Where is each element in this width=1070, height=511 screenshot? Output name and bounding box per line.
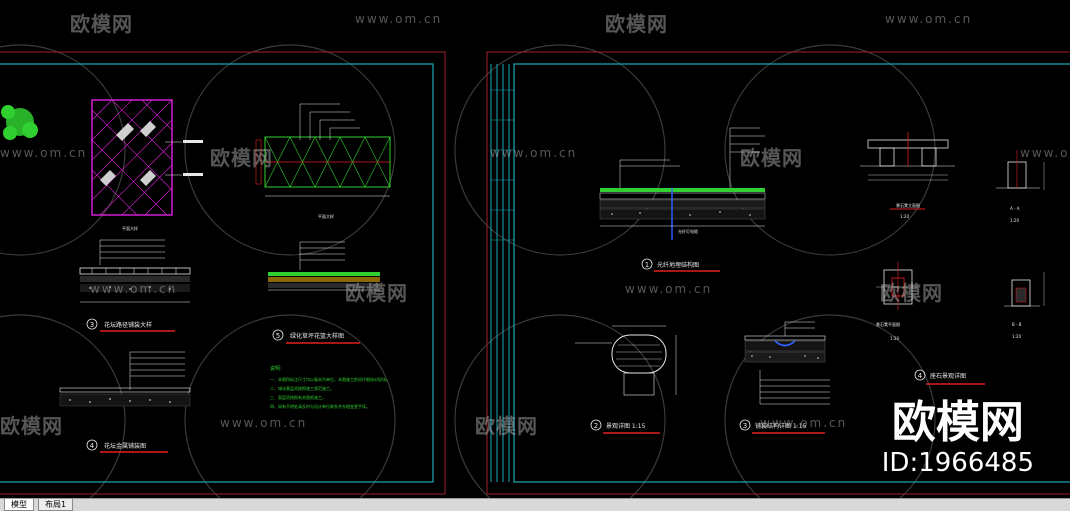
detail-5-drawing: 5 绿化草坪花篮大样图 [268, 241, 380, 344]
plan-label-1: 平面大样 [122, 225, 138, 231]
aa-scale: 1:20 [1010, 218, 1019, 223]
lattice-section: 平面大样 [255, 103, 391, 219]
right-detail-1-number: 1 [645, 261, 649, 269]
bb-scale: 1:20 [1012, 334, 1021, 339]
brand-logo: 欧模网 ID:1966485 [881, 397, 1034, 479]
plan-title: 景石凳平面图 [876, 321, 900, 327]
detail-3-number: 3 [90, 321, 94, 329]
right-detail-2-drawing: 2 景观详图 1:15 [575, 325, 677, 434]
note-1: 一、本图所标注尺寸均以毫米为单位，本图施工前须仔细核对现场。 [270, 376, 390, 382]
right-detail-3-number: 3 [743, 422, 747, 430]
detail-4-title: 花坛金属铺装图 [104, 442, 146, 450]
plan-scale: 1:20 [890, 336, 899, 341]
tree-symbol [1, 105, 38, 140]
detail-5-title: 绿化草坪花篮大样图 [290, 332, 344, 340]
note-4: 四、如有不明处请及时与设计单位联系并办理变更手续。 [270, 403, 370, 409]
plan-label-2: 平面大样 [318, 213, 334, 219]
aa-label: A - A [1010, 206, 1020, 211]
elev-scale: 1:20 [900, 214, 909, 219]
right-detail-4-number: 4 [918, 372, 923, 380]
section-bb: B - B 1:20 [1004, 272, 1045, 339]
notes-title: 说明: [270, 365, 282, 372]
layout-tab-bar: 模型 布局1 [0, 498, 1070, 511]
watermark-circles [0, 44, 936, 498]
bench-elevation: 景石凳立面图 1:20 [860, 132, 955, 219]
right-detail-2-number: 2 [594, 422, 598, 430]
right-detail-1-drawing: 光纤灯电缆 1 光纤地埋结构图 [599, 127, 766, 272]
right-detail-2-title: 景观详图 1:15 [606, 422, 646, 430]
detail-5-number: 5 [276, 332, 280, 340]
elev-title: 景石凳立面图 [896, 202, 920, 208]
tab-model[interactable]: 模型 [4, 499, 34, 511]
logo-id: ID:1966485 [881, 448, 1034, 478]
detail-3-drawing: 3 花坛路径铺装大样 [79, 239, 191, 332]
bb-label: B - B [1012, 322, 1022, 327]
notes-block: 说明: 一、本图所标注尺寸均以毫米为单位，本图施工前须仔细核对现场。 二、绿化基… [270, 365, 390, 409]
detail-4-drawing: 4 花坛金属铺装图 [59, 351, 191, 453]
detail-3-title: 花坛路径铺装大样 [104, 321, 152, 329]
note-3: 三、面层须按照有关图纸施工。 [270, 394, 326, 400]
section-aa: A - A 1:20 [996, 150, 1045, 223]
right-detail-1-title: 光纤地埋结构图 [657, 261, 699, 269]
note-2: 二、绿化基层须按照施工规范施工。 [270, 385, 334, 391]
right-detail-3-title: 铺装结构详图 1:15 [755, 422, 807, 430]
right-detail-3-drawing: 3 铺装结构详图 1:15 [739, 321, 830, 434]
tab-layout1[interactable]: 布局1 [38, 499, 74, 511]
detail-4-number: 4 [90, 442, 95, 450]
cable-label: 光纤灯电缆 [678, 228, 698, 234]
right-detail-4-title: 座石景观详图 [930, 372, 966, 380]
logo-brand: 欧模网 [891, 397, 1024, 448]
